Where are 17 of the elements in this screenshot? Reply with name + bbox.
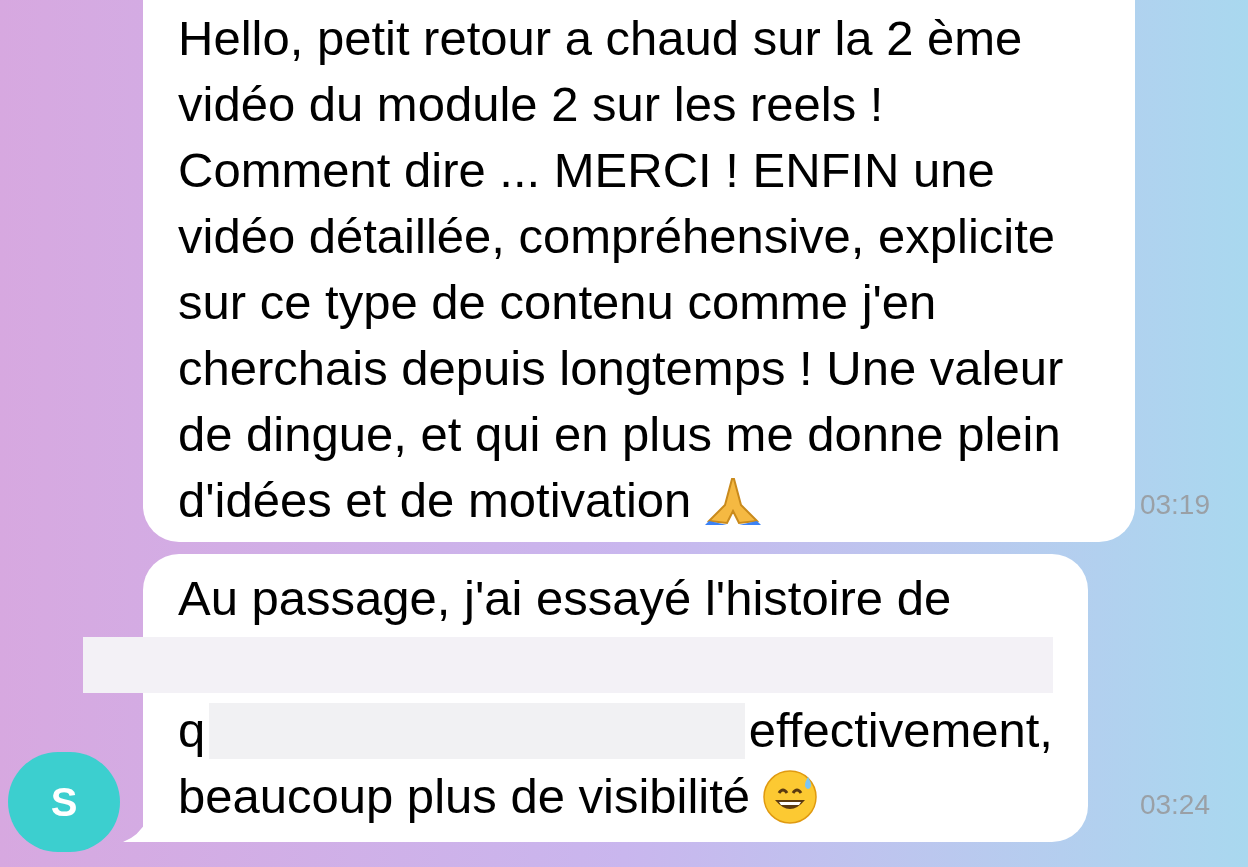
message-time: 03:19 <box>1139 488 1210 522</box>
message-text: vidéo du module 2 sur les reels ! <box>178 76 884 134</box>
message-text: sur ce type de contenu comme j'en <box>178 274 937 332</box>
message-text: q <box>178 702 206 760</box>
smiling-face-icon <box>762 769 819 825</box>
praying-hands-icon <box>703 475 764 527</box>
message-text: effectivement, <box>748 702 1053 760</box>
message-text: Comment dire ... MERCI ! ENFIN une <box>178 142 995 200</box>
message-text: d'idées et de motivation <box>178 472 692 530</box>
message-text: vidéo détaillée, compréhensive, explicite <box>178 208 1056 266</box>
message-text: Au passage, j'ai essayé l'histoire de <box>178 570 952 628</box>
message-text: de dingue, et qui en plus me donne plein <box>178 406 1061 464</box>
message-time: 03:24 <box>1139 788 1210 822</box>
message-text: beaucoup plus de visibilité <box>178 768 751 826</box>
message-text: Hello, petit retour a chaud sur la 2 ème <box>178 10 1023 68</box>
avatar[interactable]: S <box>8 752 120 852</box>
message-text: cherchais depuis longtemps ! Une valeur <box>178 340 1064 398</box>
